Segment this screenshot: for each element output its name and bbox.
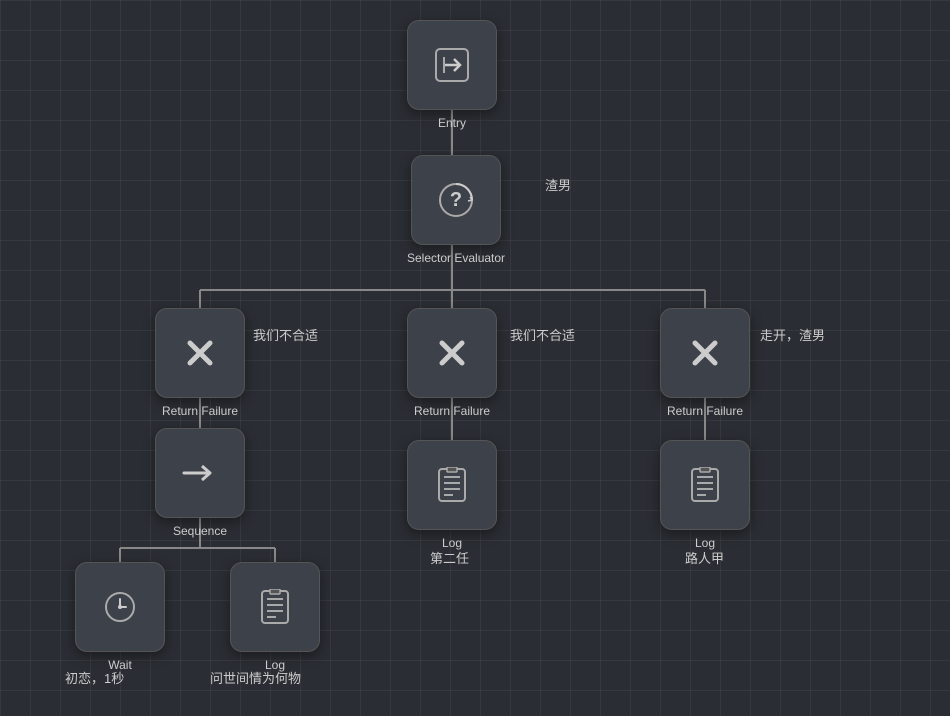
rf3-label: Return Failure: [667, 404, 743, 418]
log-2-node[interactable]: Log: [407, 440, 497, 550]
svg-text:?: ?: [450, 189, 462, 211]
x-icon-1: [182, 335, 218, 371]
rf2-cn-label: 我们不合适: [510, 325, 575, 344]
rf3-cn-label: 走开，渣男: [760, 325, 825, 344]
entry-box: [407, 20, 497, 110]
log1-cn-label: 问世间情为何物: [210, 668, 301, 687]
sequence-icon: [182, 459, 218, 487]
log3-cn-label: 路人甲: [685, 548, 724, 567]
log-icon-3: [688, 467, 722, 503]
selector-cn-label: 渣男: [545, 175, 571, 194]
log3-box: [660, 440, 750, 530]
entry-node[interactable]: Entry: [407, 20, 497, 130]
x-icon-2: [434, 335, 470, 371]
return-failure-3-node[interactable]: Return Failure: [660, 308, 750, 418]
selector-box: ?: [411, 155, 501, 245]
return-failure-2-node[interactable]: Return Failure: [407, 308, 497, 418]
rf1-label: Return Failure: [162, 404, 238, 418]
log-3-node[interactable]: Log: [660, 440, 750, 550]
sequence-node[interactable]: Sequence: [155, 428, 245, 538]
log2-cn-label: 第二任: [430, 548, 469, 567]
rf2-label: Return Failure: [414, 404, 490, 418]
rf1-cn-label: 我们不合适: [253, 325, 318, 344]
rf3-box: [660, 308, 750, 398]
rf2-box: [407, 308, 497, 398]
wait-box: [75, 562, 165, 652]
log2-box: [407, 440, 497, 530]
wait-cn-label: 初恋，1秒: [65, 668, 124, 687]
log-icon-1: [258, 589, 292, 625]
log1-box: [230, 562, 320, 652]
rf1-box: [155, 308, 245, 398]
entry-label: Entry: [438, 116, 466, 130]
selector-label: Selector Evaluator: [407, 251, 505, 265]
wait-node[interactable]: Wait: [75, 562, 165, 672]
sequence-box: [155, 428, 245, 518]
wait-icon: [102, 589, 138, 625]
entry-icon: [434, 47, 470, 83]
return-failure-1-node[interactable]: Return Failure: [155, 308, 245, 418]
selector-icon: ?: [437, 181, 475, 219]
selector-node[interactable]: ? Selector Evaluator: [407, 155, 505, 265]
sequence-label: Sequence: [173, 524, 227, 538]
x-icon-3: [687, 335, 723, 371]
log-icon-2: [435, 467, 469, 503]
log-1-node[interactable]: Log: [230, 562, 320, 672]
